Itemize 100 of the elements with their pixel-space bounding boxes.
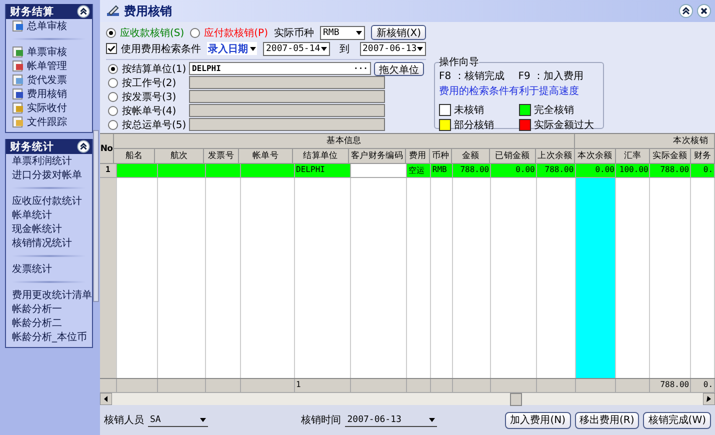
table-cell: DELPHI xyxy=(295,164,351,178)
hint-text: 费用的检索条件有利于提高速度 xyxy=(439,84,580,98)
sidebar-item[interactable]: 帐龄分析二 xyxy=(6,316,92,330)
document-icon xyxy=(12,102,24,114)
sidebar-item[interactable]: 费用更改统计清单 xyxy=(6,288,92,302)
browse-button[interactable]: ··· xyxy=(354,64,368,73)
right-arrow-icon[interactable] xyxy=(703,393,715,405)
document-icon xyxy=(12,20,24,32)
total-cell xyxy=(206,379,242,393)
caret-icon xyxy=(200,418,206,422)
group-header: 基本信息 xyxy=(114,134,575,149)
currency-label: 实际币种 xyxy=(274,26,314,40)
table-cell: 788.00 xyxy=(536,164,576,178)
legend-label: 完全核销 xyxy=(534,104,574,117)
time-label: 核销时间 xyxy=(301,414,342,427)
total-cell: 1 xyxy=(295,379,351,393)
sidebar-item[interactable]: 单票审核 xyxy=(6,45,92,59)
sidebar-item[interactable]: 实际收付 xyxy=(6,101,92,115)
group-header: 本次核销 xyxy=(575,134,715,149)
caret-icon xyxy=(429,418,436,422)
total-cell xyxy=(431,379,454,393)
total-cell xyxy=(158,379,206,393)
shortcut-text: F8 ：核销完成 xyxy=(439,70,504,83)
table-cell: 0. xyxy=(691,164,715,178)
date-field[interactable]: 2007-05-14 xyxy=(263,42,330,56)
total-cell xyxy=(576,379,616,393)
operator-label: 核销人员 xyxy=(104,414,144,427)
sidebar-item[interactable]: 发票统计 xyxy=(6,262,92,276)
sidebar-item[interactable]: 文件跟踪 xyxy=(6,115,92,129)
sidebar-item[interactable]: 货代发票 xyxy=(6,73,92,87)
sidebar-item[interactable]: 单票利润统计 xyxy=(6,154,92,168)
document-icon xyxy=(12,60,24,72)
total-cell xyxy=(100,379,117,393)
total-cell xyxy=(616,379,650,393)
collapse-icon[interactable] xyxy=(77,5,90,18)
sidebar-item[interactable]: 总单审核 xyxy=(6,19,92,33)
total-cell xyxy=(116,379,158,393)
currency-dropdown[interactable]: RMB xyxy=(320,26,366,40)
caret-icon xyxy=(320,46,326,50)
shortcut-text: F9 ：加入费用 xyxy=(518,70,584,83)
collapse-icon[interactable] xyxy=(679,4,693,18)
debt-button[interactable]: 拖欠单位 xyxy=(374,62,424,76)
checkbox-option[interactable]: 使用费用检索条件 xyxy=(106,42,201,56)
table-cell: 788.00 xyxy=(650,164,692,178)
total-cell xyxy=(407,379,432,393)
total-cell xyxy=(350,379,408,393)
time-dropdown[interactable]: 2007-06-13 xyxy=(345,413,438,427)
sidebar-item[interactable]: 进口分拨对帐单 xyxy=(6,168,92,182)
sidebar-item[interactable]: 帐龄分析一 xyxy=(6,302,92,316)
row-number: 1 xyxy=(100,164,117,178)
table-cell: RMB xyxy=(431,164,454,178)
action-button[interactable]: 移出费用(R) xyxy=(574,412,640,428)
document-icon xyxy=(12,74,24,86)
window-title: 费用核销 xyxy=(124,2,172,20)
sidebar-item[interactable]: 帐单统计 xyxy=(6,208,92,222)
new-button[interactable]: 新核销(X) xyxy=(371,25,426,40)
total-cell xyxy=(241,379,296,393)
table-cell: 100.00 xyxy=(616,164,650,178)
scroll-thumb[interactable] xyxy=(510,393,522,406)
guide-title: 操作向导 xyxy=(439,56,479,69)
legend-label: 未核销 xyxy=(454,104,484,117)
close-icon[interactable] xyxy=(697,4,711,18)
range-label: 到 xyxy=(340,42,350,56)
total-cell: 788.00 xyxy=(650,379,692,393)
total-cell xyxy=(536,379,576,393)
action-button[interactable]: 加入费用(N) xyxy=(505,412,571,428)
document-icon xyxy=(12,46,24,58)
collapse-icon[interactable] xyxy=(77,140,90,153)
sidebar-item[interactable]: 帐龄分析_本位币 xyxy=(6,330,92,344)
sidebar-item[interactable]: 应收应付款统计 xyxy=(6,194,92,208)
table-cell: 788.00 xyxy=(453,164,492,178)
total-cell xyxy=(491,379,537,393)
radio-option[interactable]: 应收款核销(S) xyxy=(106,26,184,40)
document-icon xyxy=(12,116,24,128)
date-field[interactable]: 2007-06-13 xyxy=(360,42,426,56)
operator-dropdown[interactable]: SA xyxy=(148,413,208,427)
panel-title: 财务统计 xyxy=(10,140,54,154)
table-cell: 0.00 xyxy=(491,164,537,178)
legend-label: 部分核销 xyxy=(454,118,494,132)
caret-icon xyxy=(417,46,423,50)
sidebar-item[interactable]: 帐单管理 xyxy=(6,59,92,73)
total-cell xyxy=(453,379,492,393)
table-cell: 0.00 xyxy=(576,164,616,178)
caret-icon xyxy=(356,30,362,34)
sidebar-item[interactable]: 现金帐统计 xyxy=(6,222,92,236)
date-type-dropdown[interactable]: 录入日期 xyxy=(207,42,257,55)
check-icon xyxy=(107,44,116,53)
panel-title: 财务结算 xyxy=(10,4,54,18)
document-icon xyxy=(12,88,24,100)
legend-label: 实际金额过大 xyxy=(534,118,594,132)
caret-icon xyxy=(250,46,256,50)
scrollbar[interactable] xyxy=(93,130,99,302)
table-cell: 空运 xyxy=(407,164,432,178)
left-arrow-icon[interactable] xyxy=(100,393,112,405)
radio-option[interactable]: 按结算单位(1) xyxy=(108,62,186,76)
sidebar-item[interactable]: 费用核销 xyxy=(6,87,92,101)
pen-icon xyxy=(106,4,120,18)
action-button[interactable]: 核销完成(W) xyxy=(643,412,711,428)
search-field[interactable]: DELPHI ··· xyxy=(189,62,371,75)
sidebar-item[interactable]: 核销情况统计 xyxy=(6,236,92,250)
